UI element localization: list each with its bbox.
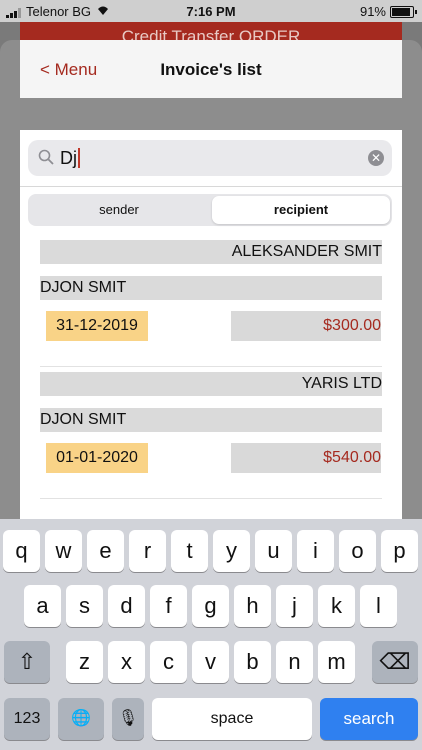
invoice-recipient: DJON SMIT [40, 408, 382, 432]
divider [20, 186, 402, 187]
search-input[interactable]: Dj ✕ [28, 140, 392, 176]
battery-icon [390, 6, 417, 18]
key-u[interactable]: u [255, 530, 292, 572]
key-j[interactable]: j [276, 585, 313, 627]
segment-recipient[interactable]: recipient [212, 196, 390, 224]
shift-key[interactable]: ⇧ [4, 641, 50, 683]
search-icon [38, 149, 54, 170]
key-y[interactable]: y [213, 530, 250, 572]
invoice-sender: YARIS LTD [40, 372, 382, 396]
invoice-date: 31-12-2019 [46, 311, 148, 341]
status-bar: Telenor BG 7:16 PM 91% [0, 0, 422, 22]
key-d[interactable]: d [108, 585, 145, 627]
invoice-sender: ALEKSANDER SMIT [40, 240, 382, 264]
key-x[interactable]: x [108, 641, 145, 683]
key-f[interactable]: f [150, 585, 187, 627]
search-text: Dj [60, 148, 80, 169]
invoice-amount: $300.00 [231, 311, 381, 341]
microphone-icon[interactable]: 🎙 [112, 698, 144, 740]
key-n[interactable]: n [276, 641, 313, 683]
background-title: Credit Transfer ORDER [20, 22, 402, 42]
key-w[interactable]: w [45, 530, 82, 572]
status-time: 7:16 PM [186, 4, 236, 19]
clear-search-icon[interactable]: ✕ [368, 150, 384, 166]
globe-icon[interactable]: 🌐 [58, 698, 104, 740]
key-t[interactable]: t [171, 530, 208, 572]
key-k[interactable]: k [318, 585, 355, 627]
invoice-recipient: DJON SMIT [40, 276, 382, 300]
space-key[interactable]: space [152, 698, 312, 740]
delete-key[interactable]: ⌫ [372, 641, 418, 683]
nav-bar: < Menu Invoice's list [20, 40, 402, 98]
sender-recipient-toggle[interactable]: sender recipient [28, 194, 392, 226]
key-m[interactable]: m [318, 641, 355, 683]
key-g[interactable]: g [192, 585, 229, 627]
row-separator [40, 366, 382, 367]
text-caret [78, 148, 80, 168]
search-key[interactable]: search [320, 698, 418, 740]
page-title: Invoice's list [160, 60, 262, 79]
invoice-amount: $540.00 [231, 443, 381, 473]
battery-percent: 91% [359, 4, 386, 19]
key-o[interactable]: o [339, 530, 376, 572]
key-r[interactable]: r [129, 530, 166, 572]
key-l[interactable]: l [360, 585, 397, 627]
key-e[interactable]: e [87, 530, 124, 572]
key-s[interactable]: s [66, 585, 103, 627]
keyboard: q w e r t y u i o p a s d f g h j k l ⇧ … [0, 519, 422, 750]
invoice-date: 01-01-2020 [46, 443, 148, 473]
key-v[interactable]: v [192, 641, 229, 683]
key-a[interactable]: a [24, 585, 61, 627]
key-q[interactable]: q [3, 530, 40, 572]
row-separator [40, 498, 382, 499]
key-h[interactable]: h [234, 585, 271, 627]
key-b[interactable]: b [234, 641, 271, 683]
numbers-key[interactable]: 123 [4, 698, 50, 740]
key-c[interactable]: c [150, 641, 187, 683]
key-z[interactable]: z [66, 641, 103, 683]
segment-sender[interactable]: sender [30, 196, 208, 224]
key-p[interactable]: p [381, 530, 418, 572]
key-i[interactable]: i [297, 530, 334, 572]
